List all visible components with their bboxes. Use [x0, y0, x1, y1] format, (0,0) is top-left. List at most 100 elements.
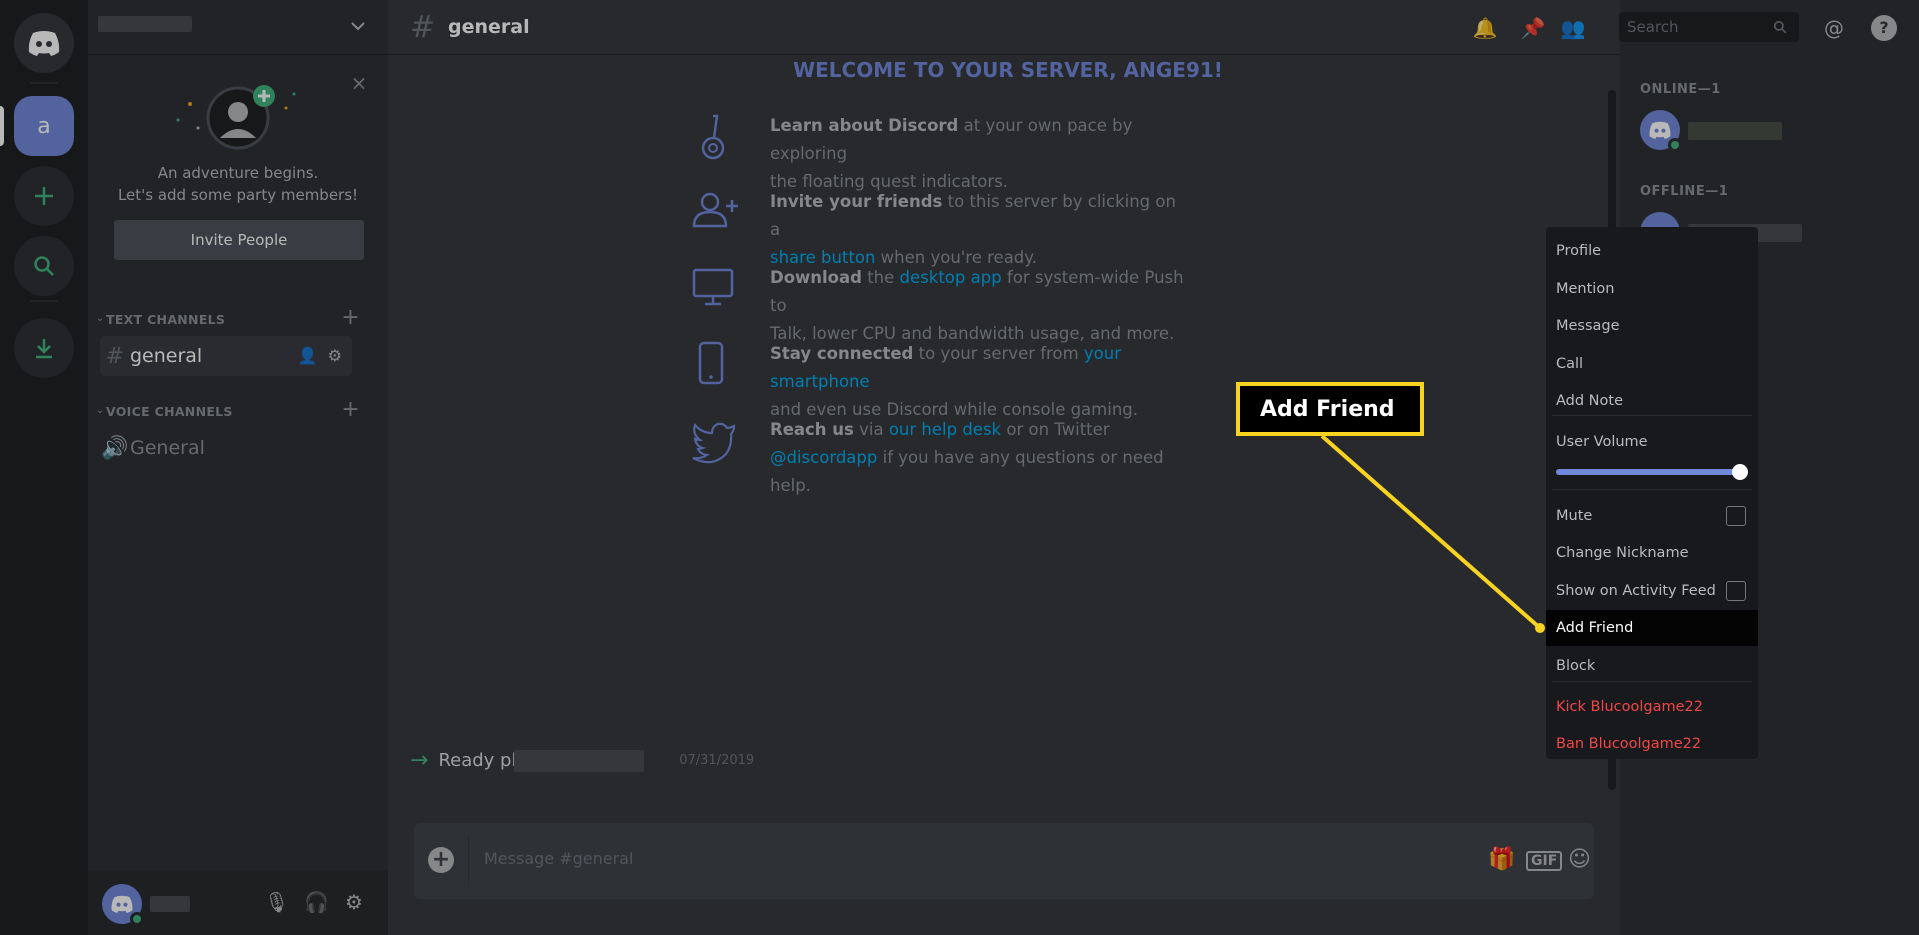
- gear-icon[interactable]: ⚙: [328, 346, 342, 365]
- home-button[interactable]: [14, 13, 74, 73]
- message-composer: + Message #general 🎁 GIF ☺: [414, 823, 1594, 899]
- gift-icon[interactable]: 🎁: [1488, 847, 1515, 872]
- channel-sidebar: × An adventure begins. Let's add some pa…: [88, 0, 388, 935]
- avatar[interactable]: [1640, 110, 1682, 152]
- chat-area: # general 🔔 📌 👥 WELCOME TO YOUR SERVER, …: [388, 0, 1620, 935]
- mute-microphone-icon[interactable]: 🎙: [264, 890, 289, 914]
- server-initial: a: [37, 113, 51, 139]
- party-illustration-icon: [176, 85, 296, 150]
- server-icon-active[interactable]: a: [0, 96, 74, 156]
- feature-bold: Learn about Discord: [770, 116, 959, 135]
- member-name-redacted: [1688, 122, 1782, 140]
- feature-download: Download the desktop app for system-wide…: [690, 264, 1210, 343]
- download-apps-button[interactable]: [14, 318, 74, 378]
- slider-handle[interactable]: [1732, 464, 1748, 480]
- server-header[interactable]: [88, 0, 388, 55]
- headphones-icon[interactable]: 🎧: [304, 890, 329, 914]
- create-channel-icon[interactable]: +: [341, 397, 360, 422]
- chevron-down-icon: ⌄: [96, 314, 104, 324]
- twitter-link[interactable]: @discordapp: [770, 448, 877, 467]
- download-icon: [36, 339, 52, 359]
- menu-item-add-friend[interactable]: Add Friend: [1546, 610, 1758, 646]
- message-redacted: [514, 750, 644, 772]
- mention-icon[interactable]: @: [1821, 15, 1847, 41]
- category-text-channels[interactable]: ⌄ TEXT CHANNELS +: [94, 305, 374, 330]
- feature-mobile: Stay connected to your server from your …: [690, 340, 1210, 419]
- menu-item-ban[interactable]: Ban Blucoolgame22: [1546, 726, 1758, 762]
- invite-line-2: Let's add some party members!: [117, 186, 359, 204]
- feature-text: via: [853, 420, 889, 439]
- mute-checkbox[interactable]: [1726, 506, 1746, 526]
- activity-feed-checkbox[interactable]: [1726, 581, 1746, 601]
- server-list-separator: [30, 300, 58, 302]
- chat-header: # general 🔔 📌 👥: [388, 0, 1620, 55]
- channel-voice-general[interactable]: 🔊 General: [100, 428, 352, 468]
- bell-icon[interactable]: 🔔: [1472, 15, 1498, 41]
- online-status-icon: [1668, 138, 1682, 152]
- discord-logo-icon: [28, 31, 60, 56]
- menu-item-kick[interactable]: Kick Blucoolgame22: [1546, 689, 1758, 725]
- menu-item-mute[interactable]: Mute: [1546, 498, 1758, 534]
- menu-item-profile[interactable]: Profile: [1546, 233, 1758, 269]
- menu-item-mention[interactable]: Mention: [1546, 271, 1758, 307]
- channel-name: general: [130, 345, 203, 367]
- menu-item-label: Mute: [1556, 508, 1593, 524]
- upload-button[interactable]: +: [428, 847, 454, 873]
- invite-people-button[interactable]: Invite People: [114, 220, 364, 260]
- menu-item-activity-feed[interactable]: Show on Activity Feed: [1546, 573, 1758, 609]
- help-icon[interactable]: ?: [1871, 15, 1897, 41]
- invite-line-1: An adventure begins.: [157, 164, 319, 182]
- menu-item-change-nickname[interactable]: Change Nickname: [1546, 535, 1758, 571]
- category-label: VOICE CHANNELS: [106, 403, 233, 419]
- composer-divider: [468, 835, 469, 887]
- add-server-button[interactable]: [14, 166, 74, 226]
- emoji-icon[interactable]: ☺: [1568, 847, 1591, 872]
- twitter-bird-icon: [692, 422, 736, 464]
- feature-contact: Reach us via our help desk or on Twitter…: [690, 416, 1210, 495]
- members-icon[interactable]: 👥: [1560, 15, 1586, 41]
- menu-item-message[interactable]: Message: [1546, 308, 1758, 344]
- close-icon[interactable]: ×: [350, 73, 368, 93]
- user-context-menu: Profile Mention Message Call Add Note Us…: [1546, 227, 1758, 759]
- menu-separator: [1552, 489, 1752, 490]
- explore-servers-button[interactable]: [14, 236, 74, 296]
- arrow-right-icon: →: [410, 748, 429, 773]
- message-input[interactable]: Message #general: [484, 849, 633, 868]
- invite-user-icon[interactable]: 👤: [298, 346, 318, 365]
- search-icon: [1773, 20, 1787, 34]
- menu-item-user-volume: User Volume: [1556, 434, 1648, 450]
- menu-separator: [1552, 415, 1752, 416]
- invite-card: × An adventure begins. Let's add some pa…: [88, 60, 388, 265]
- feature-text: or on Twitter: [1001, 420, 1110, 439]
- create-channel-icon[interactable]: +: [341, 305, 360, 330]
- gif-icon[interactable]: GIF: [1526, 851, 1563, 871]
- server-list: a: [0, 0, 88, 935]
- desktop-app-link[interactable]: desktop app: [900, 268, 1002, 287]
- category-voice-channels[interactable]: ⌄ VOICE CHANNELS +: [94, 397, 374, 422]
- gear-icon[interactable]: ⚙: [342, 890, 366, 914]
- desktop-icon: [692, 268, 734, 306]
- chevron-down-icon: [351, 22, 365, 31]
- feature-bold: Stay connected: [770, 344, 914, 363]
- avatar[interactable]: [102, 884, 144, 926]
- search-box[interactable]: Search: [1619, 12, 1799, 42]
- user-volume-slider[interactable]: [1556, 464, 1748, 480]
- chevron-down-icon: ⌄: [96, 406, 104, 416]
- menu-item-call[interactable]: Call: [1546, 346, 1758, 382]
- feature-bold: Download: [770, 268, 862, 287]
- channel-general[interactable]: # general 👤 ⚙: [100, 336, 352, 376]
- message-timestamp: 07/31/2019: [679, 753, 755, 768]
- help-desk-link[interactable]: our help desk: [889, 420, 1001, 439]
- menu-item-add-note[interactable]: Add Note: [1546, 383, 1758, 419]
- add-user-icon: [692, 192, 738, 228]
- menu-separator: [1552, 681, 1752, 682]
- menu-item-block[interactable]: Block: [1546, 648, 1758, 684]
- feature-bold: Reach us: [770, 420, 854, 439]
- pin-icon[interactable]: 📌: [1520, 15, 1546, 41]
- smartphone-icon: [698, 341, 724, 385]
- feature-text: to your server from: [913, 344, 1084, 363]
- user-panel: 🎙 🎧 ⚙: [88, 870, 388, 935]
- invite-message: An adventure begins. Let's add some part…: [88, 162, 388, 206]
- welcome-title: WELCOME TO YOUR SERVER, ANGE91!: [793, 58, 1223, 82]
- online-status-icon: [130, 912, 144, 926]
